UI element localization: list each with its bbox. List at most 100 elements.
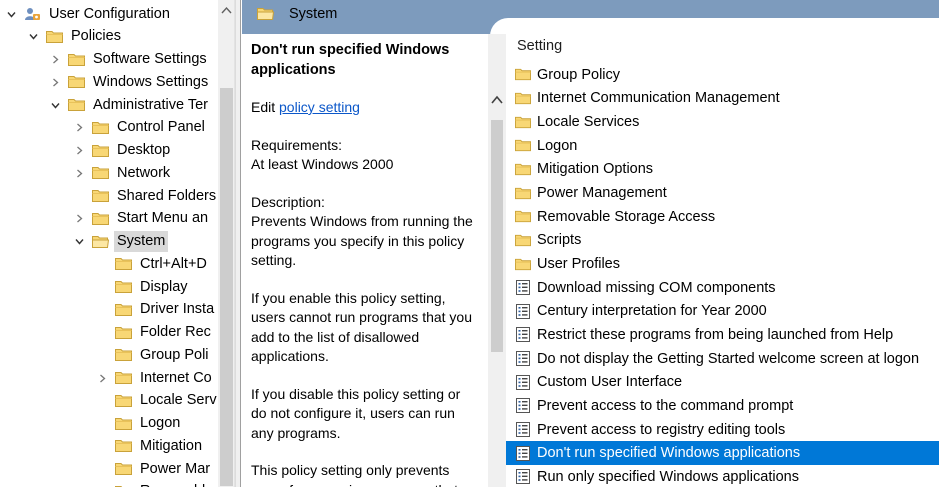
- pane-splitter[interactable]: [235, 0, 241, 487]
- requirements-value: At least Windows 2000: [251, 156, 394, 172]
- folder-icon: [515, 258, 531, 270]
- tree-item[interactable]: Administrative Ter: [68, 94, 211, 116]
- setting-name: Century interpretation for Year 2000: [537, 303, 767, 320]
- setting-name: Prevent access to the command prompt: [537, 397, 794, 414]
- chevron-down-icon[interactable]: [74, 237, 84, 247]
- setting-row[interactable]: Custom User Interface: [506, 370, 939, 394]
- tree-item-label: Windows Settings: [93, 73, 209, 90]
- setting-row[interactable]: Group Policy: [506, 63, 939, 87]
- tree-item[interactable]: Group Poli: [115, 344, 212, 366]
- tree-item[interactable]: Shared Folders: [92, 185, 218, 207]
- setting-row[interactable]: Century interpretation for Year 2000: [506, 300, 939, 324]
- setting-name: Run only specified Windows applications: [537, 468, 799, 485]
- tree-item[interactable]: Policies: [46, 26, 124, 48]
- tree-item[interactable]: Desktop: [92, 140, 173, 162]
- tree-item[interactable]: Internet Co: [115, 367, 215, 389]
- tree-item-label: Administrative Ter: [93, 96, 208, 113]
- edit-policy-link[interactable]: policy setting: [279, 99, 360, 115]
- edit-prefix: Edit: [251, 99, 280, 115]
- chevron-right-icon[interactable]: [74, 123, 84, 133]
- tree-item-label: User Configuration: [49, 5, 170, 22]
- tree-item[interactable]: Logon: [115, 413, 183, 435]
- policy-setting-icon: [516, 469, 530, 485]
- tree-item-label: Display: [140, 278, 188, 295]
- tree-item[interactable]: System: [92, 231, 169, 253]
- description-scrollbar-thumb[interactable]: [491, 120, 503, 352]
- chevron-right-icon[interactable]: [74, 146, 84, 156]
- chevron-down-icon[interactable]: [50, 100, 60, 110]
- folder-icon: [115, 258, 132, 271]
- folder-icon: [115, 326, 132, 339]
- setting-row[interactable]: Locale Services: [506, 110, 939, 134]
- tree-item-label: Logon: [140, 415, 181, 431]
- policy-setting-icon: [516, 445, 530, 461]
- tree-item[interactable]: Mitigation: [115, 435, 205, 457]
- tree-item-label: Locale Serv: [140, 392, 217, 409]
- tree-item[interactable]: Control Panel: [92, 117, 208, 139]
- tree-scrollbar[interactable]: [218, 0, 235, 487]
- description-scrollbar[interactable]: [488, 34, 506, 487]
- tree-item[interactable]: Windows Settings: [68, 71, 211, 93]
- tree-item[interactable]: Ctrl+Alt+D: [115, 253, 210, 275]
- user-config-icon: [25, 8, 40, 20]
- tree-item[interactable]: Folder Rec: [115, 322, 214, 344]
- setting-row[interactable]: Prevent access to registry editing tools: [506, 418, 939, 442]
- setting-row[interactable]: Do not display the Getting Started welco…: [506, 347, 939, 371]
- tree-item[interactable]: Driver Insta: [115, 299, 217, 321]
- setting-name: Power Management: [537, 185, 667, 202]
- policy-setting-icon: [516, 374, 530, 390]
- folder-icon: [68, 99, 85, 111]
- chevron-right-icon[interactable]: [74, 214, 84, 224]
- tree-item-label: Policies: [71, 28, 121, 45]
- chevron-right-icon[interactable]: [74, 168, 84, 178]
- setting-row[interactable]: User Profiles: [506, 252, 939, 276]
- policy-setting-icon: [516, 280, 530, 296]
- chevron-down-icon[interactable]: [6, 9, 16, 19]
- folder-icon: [515, 69, 531, 81]
- folder-icon: [515, 163, 531, 176]
- setting-row[interactable]: Logon: [506, 134, 939, 158]
- tree-item[interactable]: Locale Serv: [115, 390, 218, 412]
- setting-name: Prevent access to registry editing tools: [537, 421, 786, 438]
- tree-scrollbar-thumb[interactable]: [220, 88, 233, 486]
- setting-row[interactable]: Power Management: [506, 181, 939, 205]
- tree-item[interactable]: Power Mar: [115, 458, 213, 480]
- setting-row[interactable]: Prevent access to the command prompt: [506, 394, 939, 418]
- edit-policy-line: Edit policy setting: [251, 98, 479, 118]
- folder-icon: [115, 394, 132, 407]
- settings-list: Setting Group Policy Internet Communicati…: [506, 34, 939, 487]
- tree-item[interactable]: User Configuration: [24, 3, 173, 25]
- scroll-up-arrow-icon[interactable]: [221, 6, 232, 15]
- setting-row[interactable]: Don't run specified Windows applications: [506, 441, 939, 466]
- tree-item-label: Driver Insta: [140, 301, 215, 318]
- tree-item[interactable]: Display: [115, 276, 191, 298]
- setting-row[interactable]: Download missing COM components: [506, 276, 939, 300]
- scroll-up-arrow-icon[interactable]: [491, 95, 503, 105]
- chevron-right-icon[interactable]: [97, 373, 107, 383]
- setting-column-header[interactable]: Setting: [517, 38, 562, 54]
- tree-item[interactable]: Software Settings: [68, 49, 210, 71]
- folder-icon: [515, 211, 531, 223]
- setting-name: Download missing COM components: [537, 279, 776, 296]
- chevron-down-icon[interactable]: [28, 32, 38, 42]
- chevron-right-icon[interactable]: [50, 77, 60, 87]
- setting-row[interactable]: Removable Storage Access: [506, 205, 939, 229]
- setting-row[interactable]: Mitigation Options: [506, 158, 939, 182]
- tree-item-label: Control Panel: [117, 119, 205, 136]
- folder-icon: [115, 303, 132, 316]
- tree-item[interactable]: Network: [92, 162, 173, 184]
- policy-setting-icon: [516, 398, 530, 414]
- setting-row[interactable]: Run only specified Windows applications: [506, 465, 939, 487]
- chevron-right-icon[interactable]: [50, 55, 60, 65]
- tree-item-label: Desktop: [117, 142, 171, 158]
- folder-open-icon: [257, 8, 274, 20]
- folder-icon: [92, 121, 109, 134]
- tree-item[interactable]: Removabl: [115, 481, 208, 487]
- folder-icon: [68, 53, 85, 66]
- tree-item[interactable]: Start Menu an: [92, 208, 211, 230]
- folder-icon: [115, 349, 132, 362]
- setting-row[interactable]: Restrict these programs from being launc…: [506, 323, 939, 347]
- setting-row[interactable]: Scripts: [506, 229, 939, 253]
- setting-row[interactable]: Internet Communication Management: [506, 87, 939, 111]
- folder-icon: [115, 417, 132, 430]
